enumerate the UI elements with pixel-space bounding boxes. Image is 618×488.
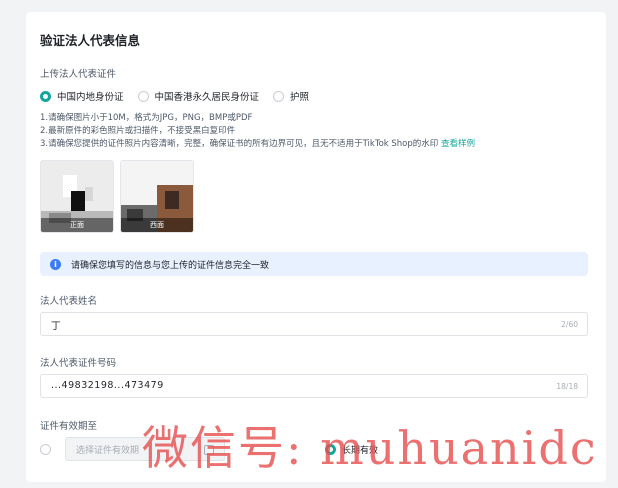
id-front-thumbnail[interactable]: 正面 [40,160,114,233]
radio-unselected-icon [137,90,149,102]
legal-rep-id-input[interactable]: ...49832198...473479 18/18 [40,374,588,398]
radio-unselected-icon [273,90,285,102]
radio-selected-icon [40,90,51,102]
radio-label: 护照 [290,92,310,103]
watermark-text: 微信号: muhuanidc [142,421,598,475]
id-char-count: 18/18 [556,382,578,391]
info-icon: i [50,258,61,270]
name-field-label: 法人代表姓名 [40,296,98,307]
thumbnail-caption-front: 正面 [41,218,113,232]
radio-option-hk-id[interactable]: 中国香港永久居民身份证 [137,89,260,103]
note-line-3-text: 3.请确保您提供的证件照片内容清晰，完整，确保证书的所有边界可见，且无不适用于T… [40,139,439,149]
radio-option-mainland-id[interactable]: 中国内地身份证 [40,89,124,103]
view-sample-link[interactable]: 查看样例 [441,139,475,149]
id-back-thumbnail[interactable]: 西面 [120,160,194,233]
id-type-radio-group: 中国内地身份证 中国香港永久居民身份证 护照 [40,89,323,103]
id-input-value: ...49832198...473479 [51,380,164,391]
note-line-1: 1.请确保图片小于10M，格式为JPG，PNG，BMP或PDF [40,113,253,123]
legal-rep-name-input[interactable]: 丁 2/60 [40,312,588,336]
radio-label: 中国内地身份证 [57,92,124,103]
id-number-label: 法人代表证件号码 [40,358,117,369]
validity-label: 证件有效期至 [40,421,98,432]
date-placeholder: 选择证件有效期 [76,445,140,456]
info-banner: i 请确保您填写的信息与您上传的证件信息完全一致 [40,252,588,276]
upload-label: 上传法人代表证件 [40,69,117,80]
radio-date-option[interactable] [40,443,51,455]
radio-label: 中国香港永久居民身份证 [154,92,260,103]
radio-option-passport[interactable]: 护照 [273,89,309,103]
note-line-3: 3.请确保您提供的证件照片内容清晰，完整，确保证书的所有边界可见，且无不适用于T… [40,138,475,151]
thumbnail-caption-back: 西面 [121,218,193,232]
upload-requirements: 1.请确保图片小于10M，格式为JPG，PNG，BMP或PDF 2.最新原件的彩… [40,112,475,151]
name-char-count: 2/60 [561,320,578,329]
page-title: 验证法人代表信息 [40,33,141,48]
info-banner-text: 请确保您填写的信息与您上传的证件信息完全一致 [71,260,270,271]
note-line-2: 2.最新原件的彩色照片或扫描件，不接受黑白复印件 [40,126,236,136]
name-input-value: 丁 [51,321,62,332]
